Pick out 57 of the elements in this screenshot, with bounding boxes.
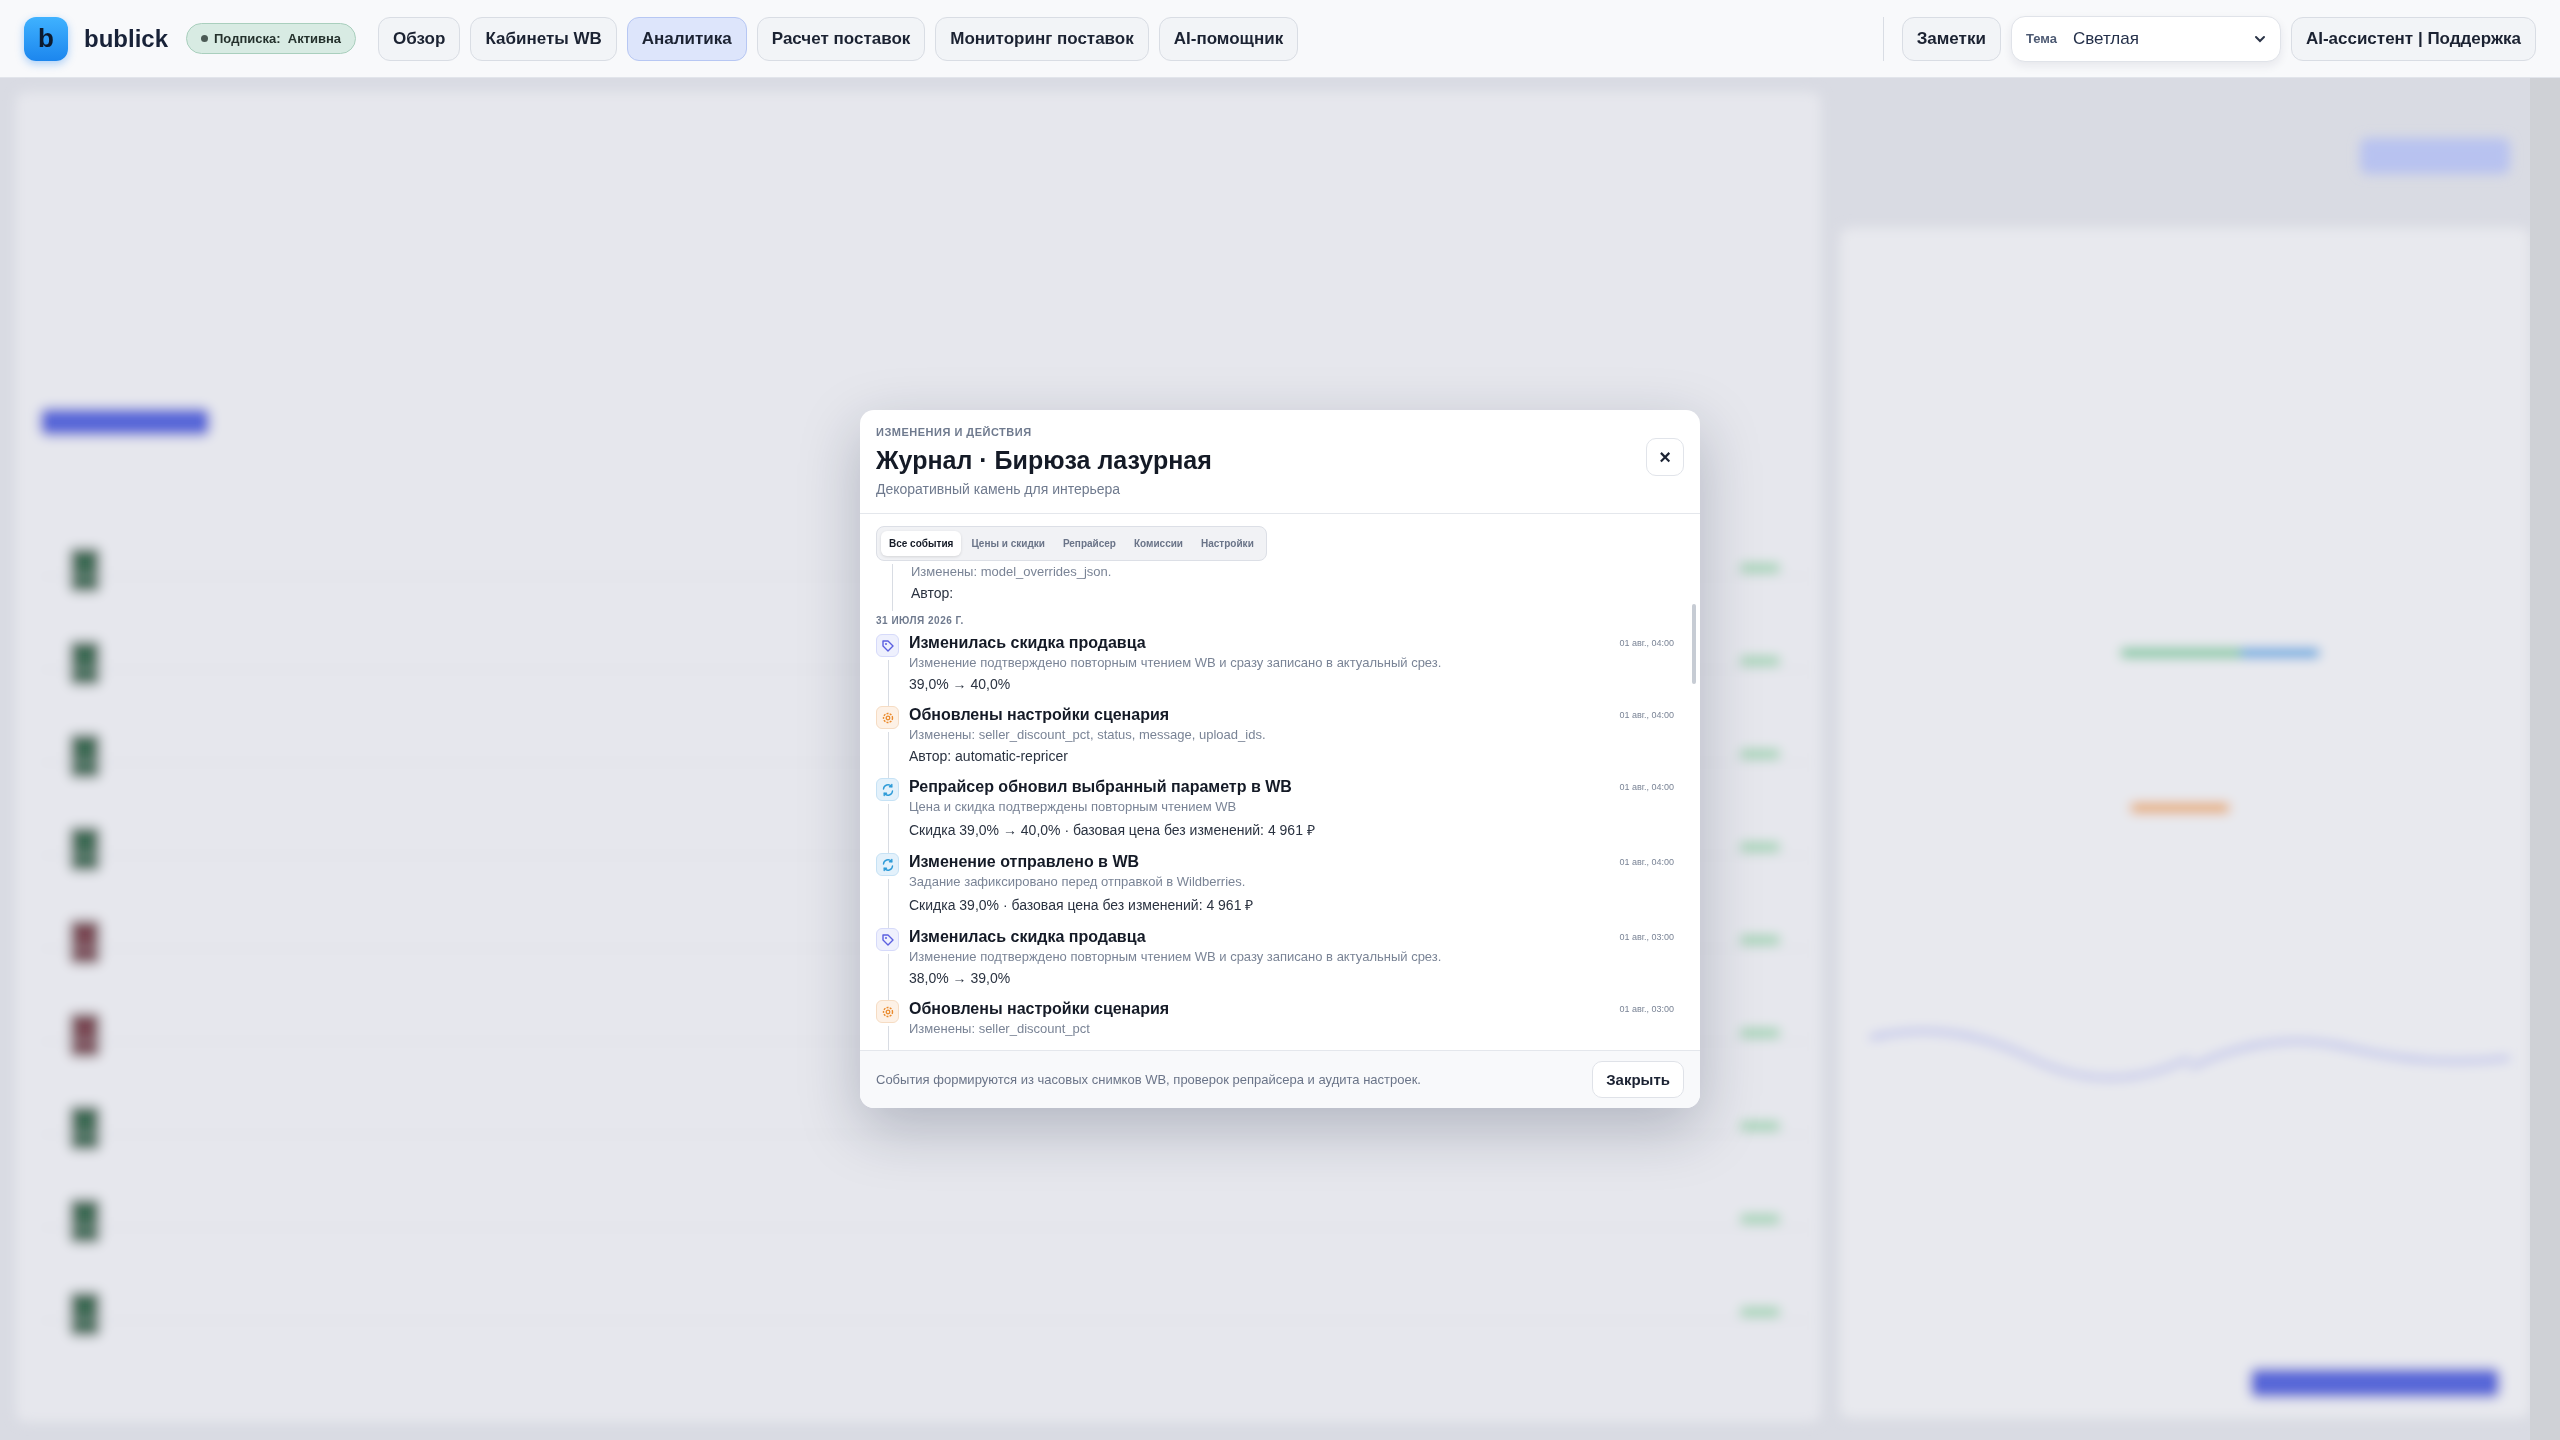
filter-tab[interactable]: Репрайсер bbox=[1054, 531, 1124, 556]
chevron-down-icon bbox=[2253, 34, 2266, 43]
event-title: Обновлены настройки сценария bbox=[909, 706, 1171, 724]
event-detail: Скидка 39,0% → 40,0% · базовая цена без изменений: 4 961 ₽ bbox=[909, 821, 1316, 839]
sync-icon bbox=[876, 853, 899, 876]
filter-tab[interactable]: Все события bbox=[881, 531, 962, 556]
nav-tab[interactable]: Мониторинг поставок bbox=[935, 16, 1149, 61]
event-time: 01 авг., 03:00 bbox=[1619, 1004, 1674, 1016]
event-time: 01 авг., 04:00 bbox=[1619, 710, 1674, 722]
event-detail: 38,0% → 39,0% bbox=[909, 970, 1012, 986]
dialog-subtitle: Декоративный камень для интерьера bbox=[876, 481, 1122, 497]
event-time: 01 авг., 03:00 bbox=[1619, 932, 1674, 944]
event-title: Изменение отправлено в WB bbox=[909, 853, 1141, 871]
event-time: 01 авг., 04:00 bbox=[1619, 857, 1674, 869]
brand-name: bublick bbox=[84, 24, 168, 53]
nav-tab[interactable]: Расчет поставок bbox=[756, 16, 926, 61]
event-title: Изменилась скидка продавца bbox=[909, 634, 1147, 652]
tag-icon bbox=[876, 634, 899, 657]
close-button[interactable]: × bbox=[1646, 438, 1684, 476]
event-time: 01 авг., 04:00 bbox=[1619, 782, 1674, 794]
event-description: Изменены: model_overrides_json. bbox=[911, 564, 1113, 579]
app-logo[interactable]: b bbox=[24, 16, 68, 61]
filter-tab[interactable]: Настройки bbox=[1193, 531, 1262, 556]
event-description: Изменены: seller_discount_pct, status, message, upload_ids. bbox=[909, 727, 1267, 742]
footer-note: События формируются из часовых снимков WB, проверок репрайсера и аудита настроек. bbox=[876, 1072, 1421, 1087]
filter-tab[interactable]: Комиссии bbox=[1125, 531, 1191, 556]
event-description: Цена и скидка подтверждены повторным чтением WB bbox=[909, 799, 1238, 814]
dialog-eyebrow: ИЗМЕНЕНИЯ И ДЕЙСТВИЯ bbox=[876, 426, 1033, 438]
event-detail: 39,0% → 40,0% bbox=[909, 676, 1012, 692]
nav-tab[interactable]: Обзор bbox=[378, 16, 461, 61]
nav-tab[interactable]: Аналитика bbox=[626, 16, 747, 61]
event-detail: Скидка 39,0% · базовая цена без изменений: 4 961 ₽ bbox=[909, 896, 1255, 914]
event-title: Репрайсер обновил выбранный параметр в WB bbox=[909, 778, 1293, 796]
scrollbar-thumb[interactable] bbox=[1692, 604, 1696, 684]
event-title: Обновлены настройки сценария bbox=[909, 1000, 1171, 1018]
event-description: Изменение подтверждено повторным чтением WB и сразу записано в актуальный срез. bbox=[909, 655, 1443, 670]
notes-button[interactable]: Заметки bbox=[1901, 16, 2001, 61]
filter-tab[interactable]: Цены и скидки bbox=[963, 531, 1053, 556]
event-description: Задание зафиксировано перед отправкой в Wildberries. bbox=[909, 874, 1247, 889]
nav-tab[interactable]: AI-помощник bbox=[1158, 16, 1299, 61]
gear-icon bbox=[876, 706, 899, 729]
event-description: Изменение подтверждено повторным чтением WB и сразу записано в актуальный срез. bbox=[909, 949, 1443, 964]
support-button[interactable]: AI-ассистент | Поддержка bbox=[2290, 16, 2536, 61]
date-heading: 31 ИЮЛЯ 2026 Г. bbox=[876, 615, 965, 626]
event-title: Изменилась скидка продавца bbox=[909, 928, 1147, 946]
event-detail: Автор: automatic-repricer bbox=[909, 748, 1069, 764]
event-detail: Автор: bbox=[911, 585, 955, 601]
tag-icon bbox=[876, 928, 899, 951]
event-time: 01 авг., 04:00 bbox=[1619, 638, 1674, 650]
gear-icon bbox=[876, 1000, 899, 1023]
sync-icon bbox=[876, 778, 899, 801]
theme-select[interactable]: Тема Светлая bbox=[2010, 15, 2281, 62]
nav-tab[interactable]: Кабинеты WB bbox=[470, 16, 617, 61]
close-button[interactable]: Закрыть bbox=[1592, 1061, 1684, 1098]
dialog-title: Журнал · Бирюза лазурная bbox=[876, 446, 1212, 475]
event-description: Изменены: seller_discount_pct bbox=[909, 1021, 1091, 1036]
subscription-badge: Подписка: Активна bbox=[186, 23, 357, 54]
